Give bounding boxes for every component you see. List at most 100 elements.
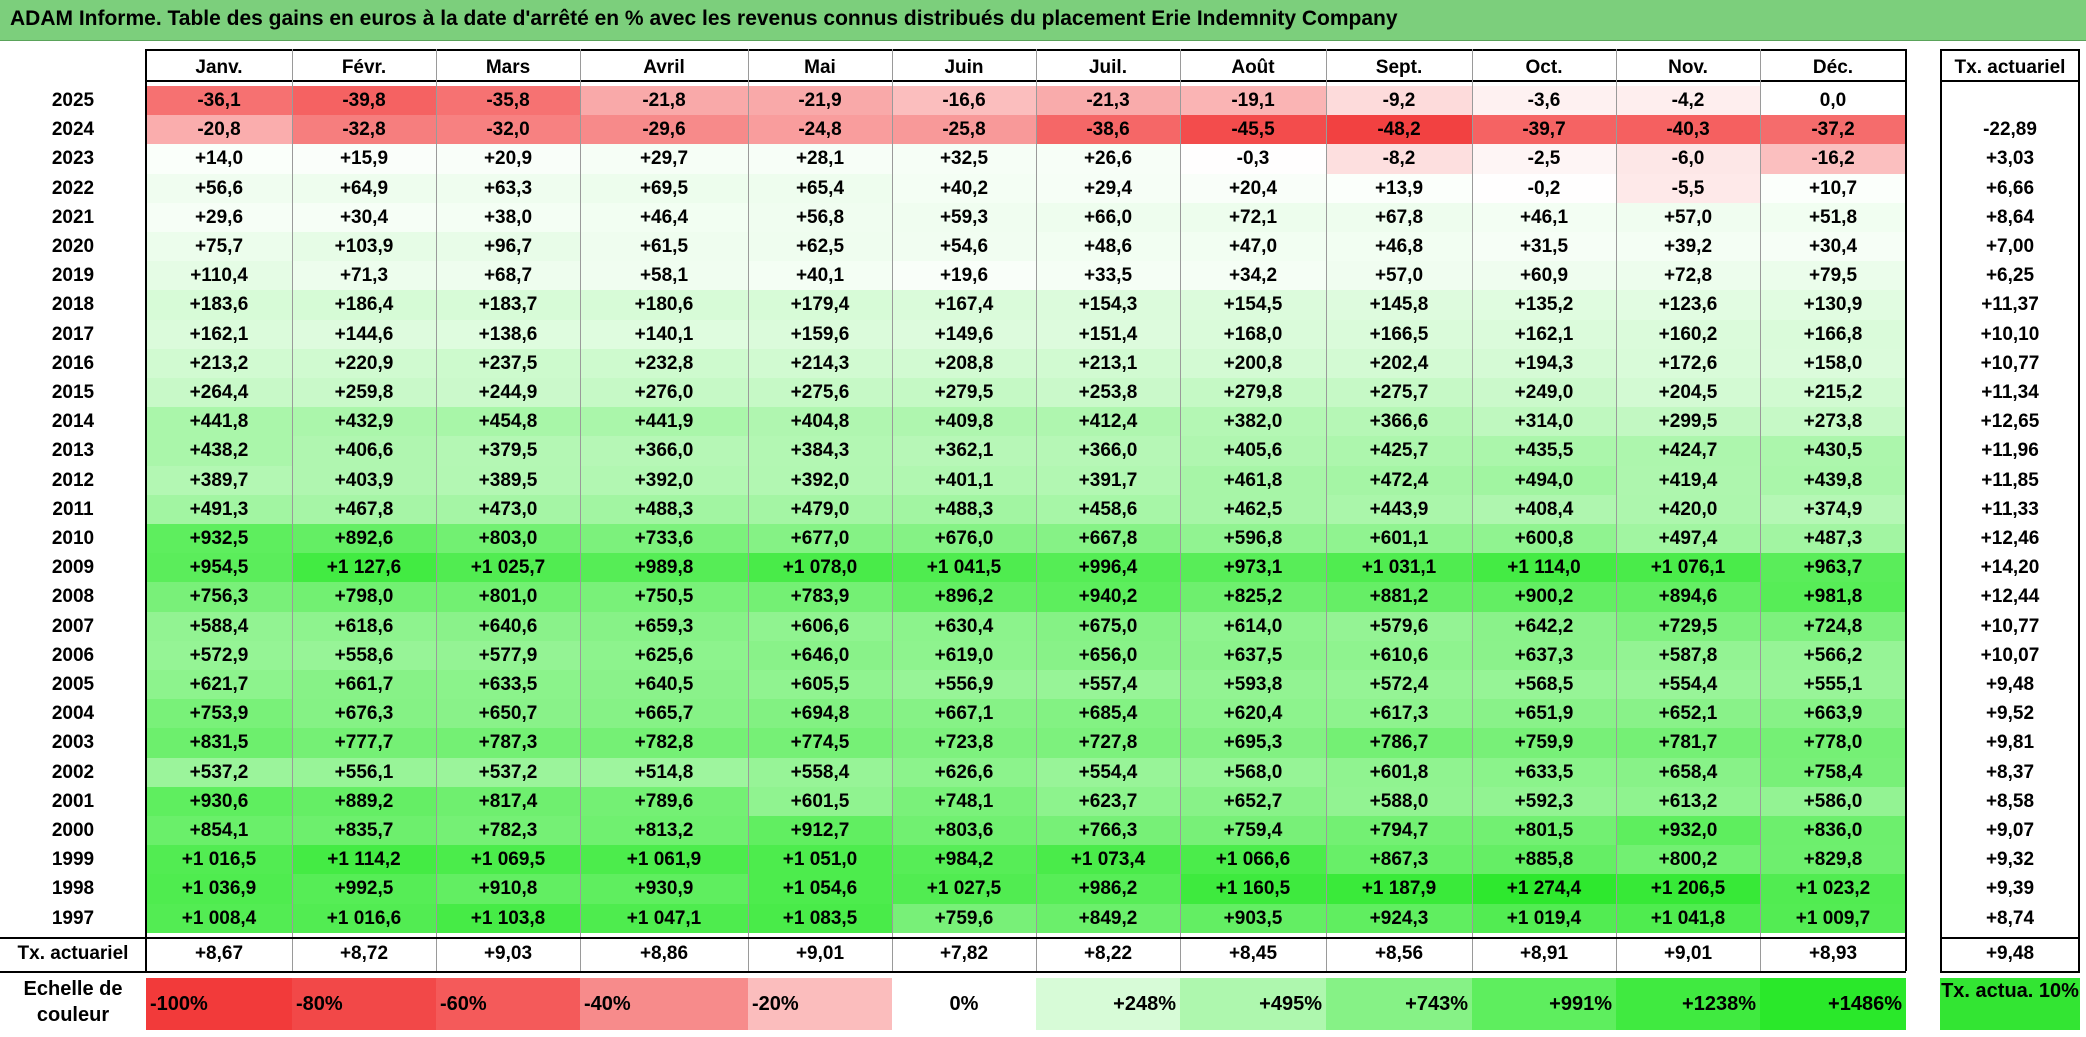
year-label: 2025: [51, 90, 95, 111]
table-cell: +123,6: [1616, 290, 1760, 320]
table-cell: +1 073,4: [1036, 845, 1180, 875]
table-cell: +168,0: [1180, 319, 1326, 349]
table-cell: +605,5: [748, 670, 892, 700]
year-label: 2022: [51, 177, 95, 199]
rate-cell: +11,96: [1940, 436, 2080, 466]
rate-cell: +10,77: [1940, 611, 2080, 641]
table-cell: +160,2: [1616, 319, 1760, 349]
table-cell: +1 023,2: [1760, 874, 1906, 904]
table-cell: 0,0: [1760, 86, 1906, 116]
table-cell: +1 114,2: [292, 845, 436, 875]
year-label: 2020: [51, 236, 95, 257]
table-cell: +557,4: [1036, 670, 1180, 700]
table-cell: +30,4: [292, 202, 436, 232]
table-cell: +39,2: [1616, 232, 1760, 262]
table-cell: +954,5: [146, 553, 292, 583]
rate-cell: +7,00: [1940, 232, 2080, 262]
scale-step: +991%: [1472, 978, 1616, 1030]
table-cell: +610,6: [1326, 640, 1472, 670]
table-cell: +497,4: [1616, 524, 1760, 554]
table-cell: +894,6: [1616, 582, 1760, 612]
table-cell: -35,8: [436, 86, 580, 116]
table-cell: +384,3: [748, 436, 892, 466]
table-cell: +1 078,0: [748, 553, 892, 583]
table-cell: +40,1: [748, 261, 892, 291]
table-cell: +630,4: [892, 611, 1036, 641]
year-label: 2019: [51, 265, 95, 287]
month-header: Oct.: [1472, 49, 1616, 82]
table-cell: +33,5: [1036, 261, 1180, 291]
footer-cell: +9,01: [1616, 936, 1760, 971]
table-cell: +889,2: [292, 786, 436, 816]
scale-step: +495%: [1180, 978, 1326, 1030]
year-label: 2023: [51, 148, 95, 170]
table-cell: -0,2: [1472, 173, 1616, 203]
scale-step: -80%: [292, 978, 436, 1030]
table-cell: +275,6: [748, 378, 892, 408]
scale-step: +1238%: [1616, 978, 1760, 1030]
table-cell: +72,1: [1180, 202, 1326, 232]
table-cell: +454,8: [436, 407, 580, 437]
table-cell: +1 008,4: [146, 903, 292, 933]
table-cell: +900,2: [1472, 582, 1616, 612]
rate-cell: -22,89: [1940, 115, 2080, 145]
table-cell: +665,7: [580, 699, 748, 729]
table-cell: -6,0: [1616, 144, 1760, 174]
table-cell: +794,7: [1326, 816, 1472, 846]
rate-cell: +8,74: [1940, 903, 2080, 933]
table-cell: -16,2: [1760, 144, 1906, 174]
table-cell: +167,4: [892, 290, 1036, 320]
table-cell: +1 051,0: [748, 845, 892, 875]
gains-table: Janv. Févr. Mars Avril Mai Juin Juil. Août Sept.…: [0, 0, 2086, 1037]
table-cell: +366,0: [1036, 436, 1180, 466]
table-cell: +154,3: [1036, 290, 1180, 320]
table-cell: +554,4: [1036, 757, 1180, 787]
table-cell: +600,8: [1472, 524, 1616, 554]
table-cell: +253,8: [1036, 378, 1180, 408]
table-cell: +593,8: [1180, 670, 1326, 700]
table-cell: +625,6: [580, 640, 748, 670]
rate-cell: +9,39: [1940, 874, 2080, 904]
table-cell: +568,0: [1180, 757, 1326, 787]
table-cell: +75,7: [146, 232, 292, 262]
table-cell: +46,1: [1472, 202, 1616, 232]
table-cell: +1 009,7: [1760, 903, 1906, 933]
rate-cell: +9,52: [1940, 699, 2080, 729]
table-cell: -2,5: [1472, 144, 1616, 174]
table-cell: +432,9: [292, 407, 436, 437]
table-cell: -48,2: [1326, 115, 1472, 145]
table-cell: +618,6: [292, 611, 436, 641]
month-header: Févr.: [292, 49, 436, 82]
scale-step: -60%: [436, 978, 580, 1030]
table-cell: +20,4: [1180, 173, 1326, 203]
rate-cell: +11,37: [1940, 290, 2080, 320]
table-cell: +374,9: [1760, 494, 1906, 524]
table-cell: +461,8: [1180, 465, 1326, 495]
table-cell: +829,8: [1760, 845, 1906, 875]
year-label: 2009: [51, 557, 95, 579]
table-cell: +54,6: [892, 232, 1036, 262]
table-cell: +554,4: [1616, 670, 1760, 700]
table-cell: +1 076,1: [1616, 553, 1760, 583]
table-cell: -19,1: [1180, 86, 1326, 116]
table-cell: +1 027,5: [892, 874, 1036, 904]
table-cell: +66,0: [1036, 202, 1180, 232]
footer-cell: +8,22: [1036, 936, 1180, 971]
table-border-right: [1905, 49, 1907, 971]
table-cell: +1 083,5: [748, 903, 892, 933]
table-cell: +558,4: [748, 757, 892, 787]
column-divider: [748, 49, 749, 971]
table-cell: +777,7: [292, 728, 436, 758]
table-cell: +613,2: [1616, 786, 1760, 816]
table-cell: +614,0: [1180, 611, 1326, 641]
rate-cell: +9,48: [1940, 670, 2080, 700]
table-cell: -20,8: [146, 115, 292, 145]
table-cell: +68,7: [436, 261, 580, 291]
table-cell: +135,2: [1472, 290, 1616, 320]
column-divider: [892, 49, 893, 971]
table-cell: +566,2: [1760, 640, 1906, 670]
table-cell: +789,6: [580, 786, 748, 816]
table-cell: +63,3: [436, 173, 580, 203]
table-cell: +661,7: [292, 670, 436, 700]
table-cell: +750,5: [580, 582, 748, 612]
